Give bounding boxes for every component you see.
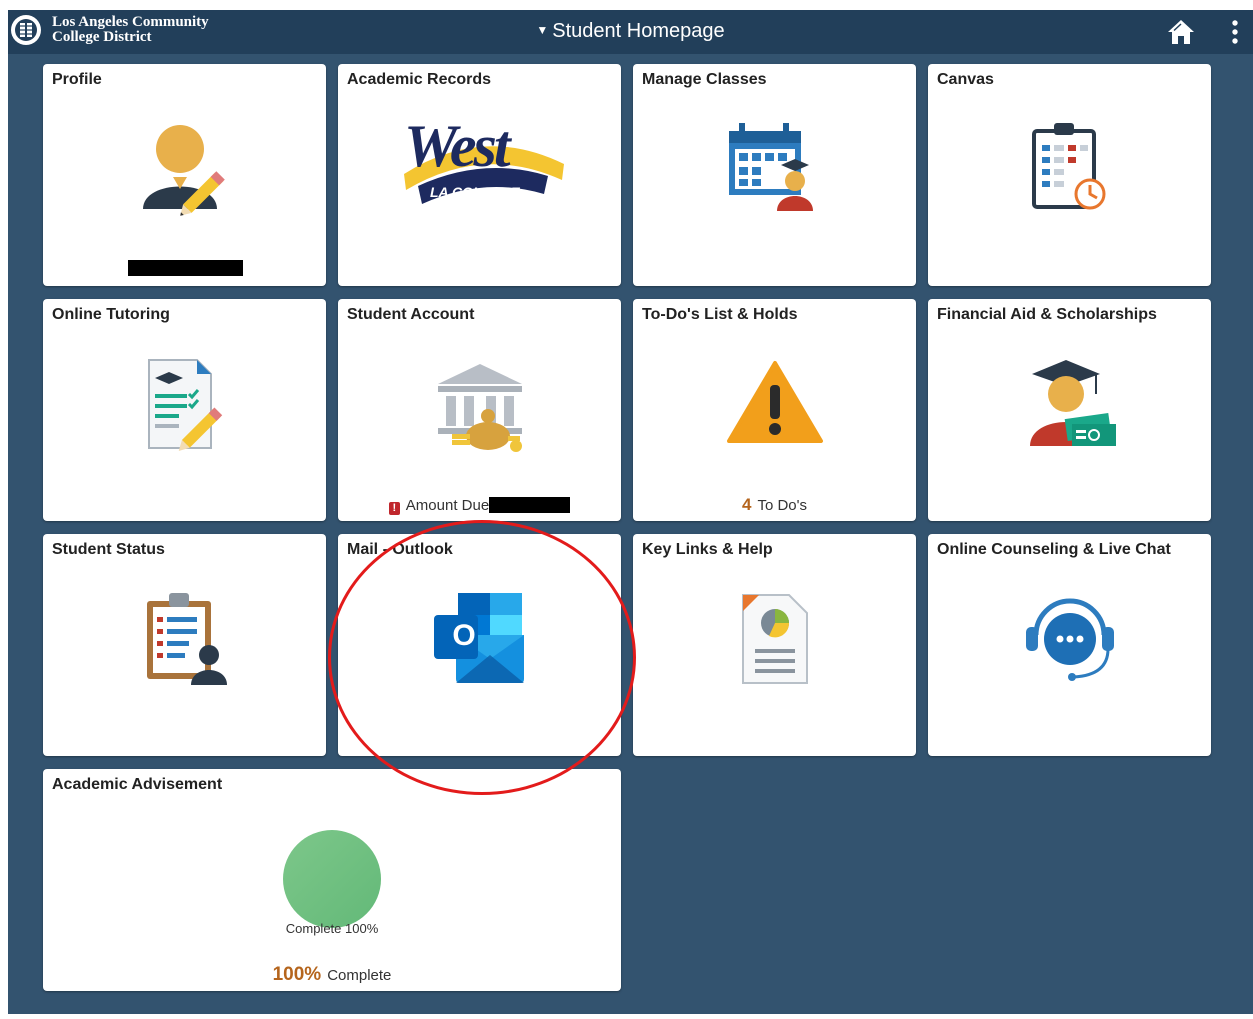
tile-todos-holds[interactable]: To-Do's List & Holds 4 To Do's	[633, 299, 916, 521]
headset-chat-icon	[1026, 598, 1114, 681]
bank-money-icon	[438, 364, 522, 452]
tile-title: Mail - Outlook	[347, 541, 453, 558]
report-chart-icon	[742, 594, 808, 684]
tile-canvas[interactable]: Canvas	[928, 64, 1211, 286]
amount-due-row: ! Amount Due	[338, 497, 621, 515]
user-edit-icon	[143, 125, 225, 216]
todo-count-row: 4 To Do's	[633, 495, 916, 515]
tile-title: Online Counseling & Live Chat	[937, 541, 1171, 558]
clipboard-clock-icon	[1032, 123, 1106, 210]
tile-key-links-help[interactable]: Key Links & Help	[633, 534, 916, 756]
tile-profile[interactable]: Profile	[43, 64, 326, 286]
tile-student-status[interactable]: Student Status	[43, 534, 326, 756]
completion-row: 100% Complete	[43, 964, 621, 986]
tile-title: Academic Records	[347, 71, 492, 88]
profile-name-redacted	[128, 260, 243, 276]
tile-online-tutoring[interactable]: Online Tutoring	[43, 299, 326, 521]
progress-circle-icon	[283, 830, 381, 928]
clipboard-person-icon	[147, 593, 227, 685]
tile-manage-classes[interactable]: Manage Classes	[633, 64, 916, 286]
graduate-money-icon	[1030, 360, 1116, 446]
tile-online-counseling[interactable]: Online Counseling & Live Chat	[928, 534, 1211, 756]
tile-title: Canvas	[937, 71, 994, 88]
todo-count: 4	[741, 495, 752, 514]
warning-icon	[727, 361, 823, 443]
calendar-student-icon	[729, 123, 813, 211]
page-title-dropdown[interactable]: ▼ Student Homepage	[8, 20, 1253, 43]
page-title: Student Homepage	[552, 20, 725, 42]
west-logo-text: West	[404, 113, 511, 179]
tile-title: Key Links & Help	[642, 541, 773, 558]
tile-title: Profile	[52, 71, 102, 88]
home-button[interactable]	[1166, 18, 1196, 46]
tile-title: Manage Classes	[642, 71, 767, 88]
tile-academic-advisement[interactable]: Academic Advisement Complete 100% 100% Co…	[43, 769, 621, 991]
tile-title: To-Do's List & Holds	[642, 306, 798, 323]
west-logo-subtext: LA COLLEGE	[430, 184, 520, 200]
tile-title: Student Account	[347, 306, 475, 323]
completion-label: Complete	[327, 967, 392, 984]
tile-mail-outlook[interactable]: Mail - Outlook O	[338, 534, 621, 756]
tile-academic-records[interactable]: Academic Records West LA COLLEGE	[338, 64, 621, 286]
todo-label: To Do's	[757, 497, 808, 514]
alert-badge-icon: !	[388, 502, 400, 515]
more-vertical-icon	[1232, 20, 1238, 44]
progress-circle-label: Complete 100%	[285, 921, 379, 936]
document-pencil-icon	[148, 359, 223, 451]
tile-student-account[interactable]: Student Account ! Amount Due	[338, 299, 621, 521]
caret-down-icon: ▼	[536, 23, 549, 37]
completion-percent: 100%	[272, 964, 322, 985]
tile-financial-aid[interactable]: Financial Aid & Scholarships	[928, 299, 1211, 521]
more-options-button[interactable]	[1228, 16, 1242, 48]
amount-due-redacted	[489, 497, 571, 513]
home-icon	[1168, 20, 1194, 44]
tile-title: Academic Advisement	[52, 776, 223, 793]
tile-title: Online Tutoring	[52, 306, 170, 323]
tile-title: Student Status	[52, 541, 165, 558]
app-frame: Los Angeles Community College District ▼…	[8, 10, 1253, 1014]
outlook-letter: O	[452, 619, 476, 652]
top-banner: Los Angeles Community College District ▼…	[8, 10, 1253, 54]
amount-due-label: Amount Due	[405, 497, 490, 514]
tile-title: Financial Aid & Scholarships	[937, 306, 1157, 323]
